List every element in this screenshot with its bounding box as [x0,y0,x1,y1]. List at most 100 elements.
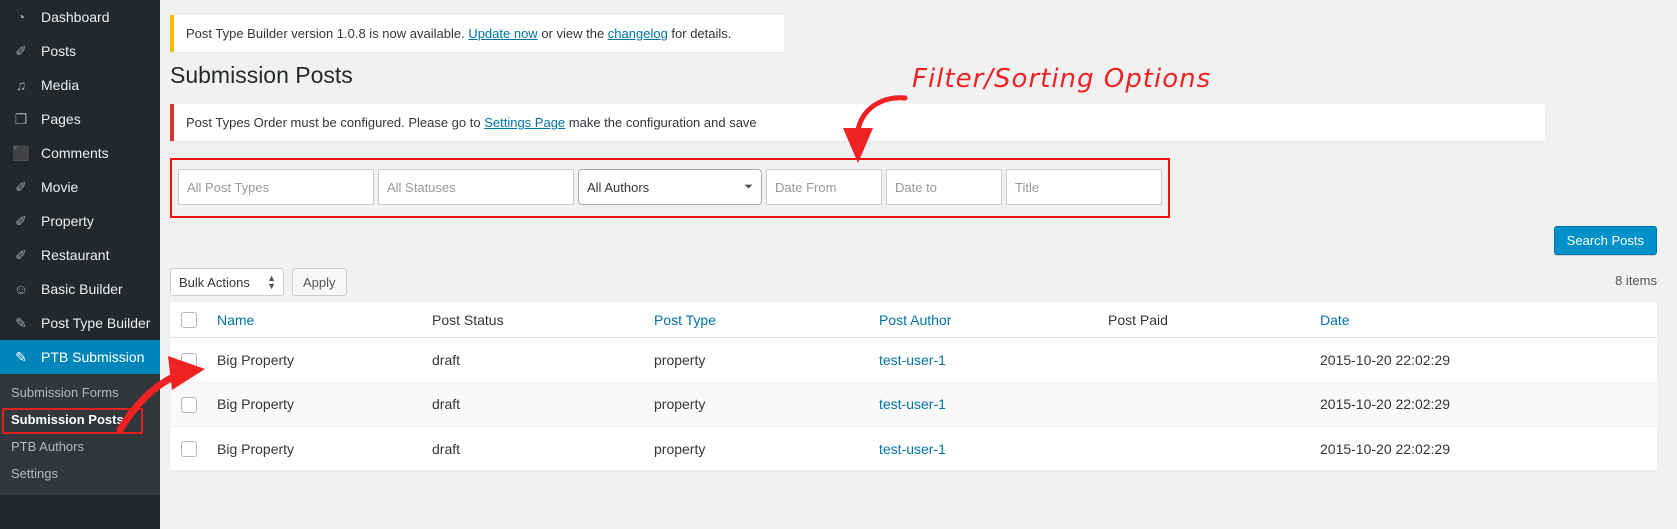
cell-post-author: test-user-1 [869,426,1098,472]
column-header-date[interactable]: Date [1310,302,1657,339]
update-notice: Post Type Builder version 1.0.8 is now a… [170,15,784,52]
post-author-link[interactable]: test-user-1 [879,441,946,457]
error-notice-text-after: make the configuration and save [565,115,757,130]
update-notice-text-middle: or view the [537,26,608,41]
pages-icon: ❐ [14,110,28,127]
cell-post-type: property [644,426,869,472]
status-filter-placeholder: All Statuses [387,179,456,195]
table-row: Big Property draft property test-user-1 2015… [170,382,1657,427]
submenu-item-settings[interactable]: Settings [0,460,160,487]
update-notice-text-after: for details. [667,26,732,41]
post-author-link[interactable]: test-user-1 [879,396,946,412]
pin-icon: ✐ [15,178,27,195]
bulk-actions-value: Bulk Actions [179,274,250,290]
sidebar-nav: ◔ Dashboard ✐ Posts ♫ Media ❐ Pages ⬛ Comments ✐ Mo… [0,0,160,374]
sidebar-item-label: Pages [41,111,81,127]
pin-icon: ✐ [15,212,27,229]
pencil-square-icon: ✎ [15,348,27,365]
table-header-row: Name Post Status Post Type Post Author P… [170,302,1657,339]
admin-sidebar: ◔ Dashboard ✐ Posts ♫ Media ❐ Pages ⬛ Comments ✐ Mo… [0,0,160,529]
wp-admin-screen: ◔ Dashboard ✐ Posts ♫ Media ❐ Pages ⬛ Comments ✐ Mo… [0,0,1677,529]
row-select-cell [170,382,207,427]
cell-post-paid [1098,382,1310,427]
changelog-link[interactable]: changelog [608,26,668,41]
sidebar-item-label: Dashboard [41,9,110,25]
column-header-name[interactable]: Name [207,302,422,339]
table-head: Name Post Status Post Type Post Author P… [170,302,1657,339]
row-checkbox[interactable] [181,441,197,458]
cell-date: 2015-10-20 22:02:29 [1310,382,1657,427]
sidebar-item-label: Basic Builder [41,281,123,297]
submenu-item-submission-posts[interactable]: Submission Posts [0,406,160,433]
update-now-link[interactable]: Update now [468,26,537,41]
date-to-input[interactable]: Date to [886,169,1002,205]
table-row: Big Property draft property test-user-1 2015… [170,426,1657,472]
select-all-header [170,302,207,339]
sidebar-item-basic-builder[interactable]: ☺ Basic Builder [0,272,160,306]
row-checkbox[interactable] [181,352,197,369]
pencil-square-icon: ✎ [15,314,27,331]
sidebar-item-comments[interactable]: ⬛ Comments [0,136,160,170]
sidebar-item-restaurant[interactable]: ✐ Restaurant [0,238,160,272]
row-checkbox[interactable] [181,396,197,413]
table-navigation-top: Bulk Actions ▲ ▼ Apply 8 items [170,262,1657,302]
sidebar-item-pages[interactable]: ❐ Pages [0,102,160,136]
post-types-order-notice: Post Types Order must be configured. Ple… [170,104,1545,141]
cell-post-paid [1098,426,1310,472]
submenu-item-ptb-authors[interactable]: PTB Authors [0,433,160,460]
post-type-filter-select[interactable]: All Post Types [178,169,374,205]
cell-post-paid [1098,337,1310,383]
submenu-item-submission-forms[interactable]: Submission Forms [0,379,160,406]
items-count: 8 items [1615,273,1657,288]
sidebar-item-label: Property [41,213,94,229]
filter-sorting-options-bar: All Post Types All Statuses All Authors … [170,158,1170,218]
settings-page-link[interactable]: Settings Page [484,115,565,130]
date-to-placeholder: Date to [895,179,937,195]
sidebar-item-label: Posts [41,43,77,59]
select-all-checkbox[interactable] [181,312,197,329]
table-row: Big Property draft property test-user-1 2015… [170,337,1657,383]
sidebar-item-label: PTB Submission [41,349,145,365]
sidebar-item-property[interactable]: ✐ Property [0,204,160,238]
post-author-link[interactable]: test-user-1 [879,352,946,368]
column-header-post-author[interactable]: Post Author [869,302,1098,339]
search-row: Search Posts [170,218,1657,260]
row-select-cell [170,426,207,472]
title-search-placeholder: Title [1015,179,1040,195]
updown-arrows-icon: ▲ ▼ [267,273,276,291]
sidebar-item-label: Post Type Builder [41,315,151,331]
column-header-post-status: Post Status [422,302,644,339]
sidebar-item-post-type-builder[interactable]: ✎ Post Type Builder [0,306,160,340]
page-title: Submission Posts [170,62,353,88]
smiley-icon: ☺ [13,281,29,297]
column-header-post-type[interactable]: Post Type [644,302,869,339]
author-filter-value: All Authors [587,179,650,195]
row-select-cell [170,337,207,383]
cell-post-type: property [644,382,869,427]
cell-name: Big Property [207,426,422,472]
cell-post-status: draft [422,426,644,472]
table-body: Big Property draft property test-user-1 2015… [170,337,1657,472]
author-filter-select[interactable]: All Authors ⏷ [578,169,762,205]
dashboard-icon: ◔ [16,9,26,25]
sidebar-item-media[interactable]: ♫ Media [0,68,160,102]
sidebar-item-ptb-submission[interactable]: ✎ PTB Submission [0,340,160,374]
cell-date: 2015-10-20 22:02:29 [1310,426,1657,472]
cell-post-type: property [644,337,869,383]
sidebar-item-posts[interactable]: ✐ Posts [0,34,160,68]
comments-icon: ⬛ [12,144,30,161]
search-posts-button[interactable]: Search Posts [1553,226,1657,255]
sidebar-item-movie[interactable]: ✐ Movie [0,170,160,204]
cell-name: Big Property [207,337,422,383]
status-filter-select[interactable]: All Statuses [378,169,574,205]
date-from-input[interactable]: Date From [766,169,882,205]
pin-icon: ✐ [15,42,27,59]
bulk-actions-select[interactable]: Bulk Actions ▲ ▼ [170,268,284,296]
apply-button[interactable]: Apply [292,268,347,296]
column-header-post-paid: Post Paid [1098,302,1310,339]
submission-posts-table: Name Post Status Post Type Post Author P… [170,302,1657,472]
error-notice-text-before: Post Types Order must be configured. Ple… [186,115,485,130]
sidebar-item-label: Media [41,77,80,93]
sidebar-item-dashboard[interactable]: ◔ Dashboard [0,0,160,34]
title-search-input[interactable]: Title [1006,169,1162,205]
